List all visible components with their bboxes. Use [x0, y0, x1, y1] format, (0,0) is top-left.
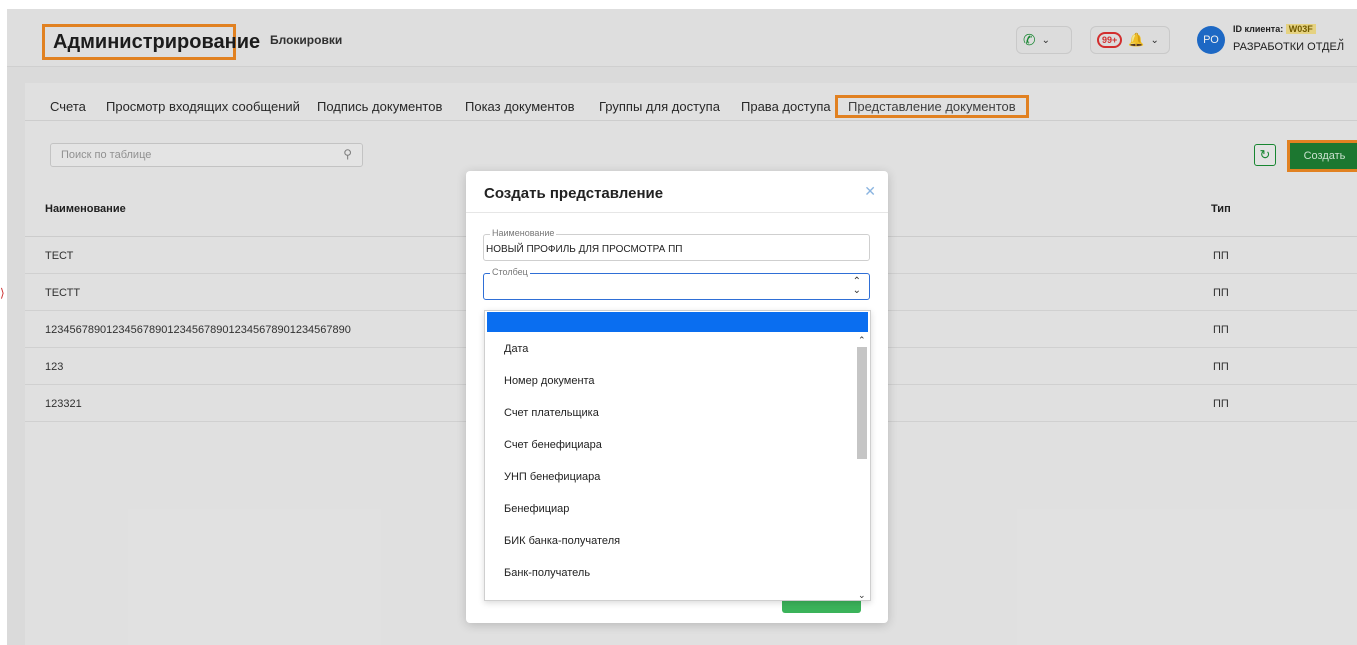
option-beneficiary[interactable]: Бенефициар [504, 503, 569, 515]
option-document-number[interactable]: Номер документа [504, 375, 595, 387]
close-icon[interactable]: ✕ [864, 183, 876, 200]
scroll-up-icon[interactable]: ⌃ [858, 335, 866, 346]
updown-icon: ⌃ ⌄ [852, 276, 861, 296]
option-payer-account[interactable]: Счет плательщика [504, 407, 599, 419]
option-recipient-bank[interactable]: Банк-получатель [504, 567, 590, 579]
scroll-down-icon[interactable]: ⌄ [858, 590, 866, 600]
option-date[interactable]: Дата [504, 343, 528, 355]
name-field-label: Наименование [490, 228, 557, 238]
option-recipient-bank-bic[interactable]: БИК банка-получателя [504, 535, 620, 547]
dialog-title: Создать представление [484, 185, 664, 202]
dialog-header: Создать представление ✕ [466, 171, 888, 213]
column-options-list: Дата Номер документа Счет плательщика Сч… [484, 310, 871, 601]
edge-chevron-icon: ⟩ [0, 286, 5, 300]
column-select-label: Столбец [490, 267, 530, 277]
column-select[interactable]: Столбец ⌃ ⌄ [483, 267, 870, 300]
option-beneficiary-unp[interactable]: УНП бенефициара [504, 471, 600, 483]
dropdown-scrollbar[interactable]: ⌃ ⌄ [855, 335, 869, 600]
option-beneficiary-account[interactable]: Счет бенефициара [504, 439, 602, 451]
option-empty-selected[interactable] [487, 312, 868, 332]
scroll-thumb[interactable] [857, 347, 867, 459]
name-field-value: НОВЫЙ ПРОФИЛЬ ДЛЯ ПРОСМОТРА ПП [486, 244, 683, 255]
name-field[interactable]: Наименование НОВЫЙ ПРОФИЛЬ ДЛЯ ПРОСМОТРА… [483, 228, 870, 261]
